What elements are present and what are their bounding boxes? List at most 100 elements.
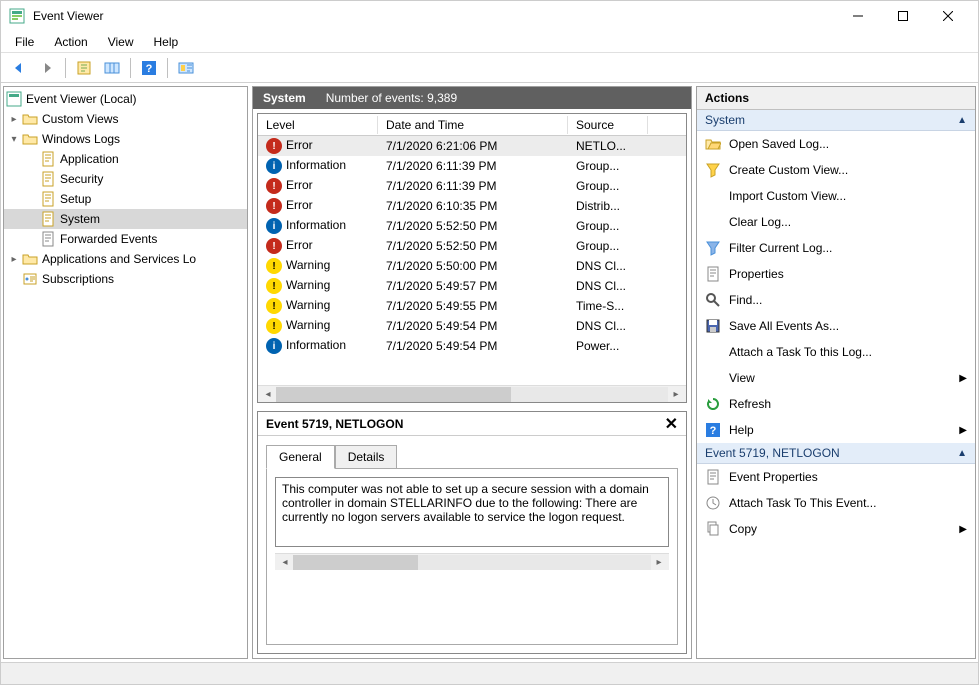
back-button[interactable] — [7, 56, 31, 80]
action-clear-log[interactable]: Clear Log... — [697, 209, 975, 235]
columns-button[interactable] — [100, 56, 124, 80]
detail-scrollbar[interactable]: ◂ ▸ — [275, 553, 669, 570]
tree-custom-views[interactable]: ▸ Custom Views — [4, 109, 247, 129]
tree-label: System — [60, 212, 100, 226]
event-rows[interactable]: !Error7/1/2020 6:21:06 PMNETLO...iInform… — [258, 136, 686, 385]
action-import-custom-view[interactable]: Import Custom View... — [697, 183, 975, 209]
action-properties[interactable]: Properties — [697, 261, 975, 287]
actions-header: Actions — [697, 87, 975, 110]
tree-subscriptions[interactable]: Subscriptions — [4, 269, 247, 289]
preview-button[interactable] — [174, 56, 198, 80]
help-button[interactable]: ? — [137, 56, 161, 80]
action-open-saved-log[interactable]: Open Saved Log... — [697, 131, 975, 157]
action-label: Filter Current Log... — [729, 241, 832, 255]
actions-group-label: System — [705, 113, 745, 127]
help-icon: ? — [705, 422, 721, 438]
event-list-header: Level Date and Time Source — [258, 114, 686, 136]
tree-label: Security — [60, 172, 103, 186]
properties-icon — [705, 266, 721, 282]
scroll-thumb[interactable] — [293, 555, 418, 570]
col-level[interactable]: Level — [258, 116, 378, 134]
folder-icon — [22, 131, 38, 147]
action-view[interactable]: View ▶ — [697, 365, 975, 391]
event-row[interactable]: iInformation7/1/2020 5:49:54 PMPower... — [258, 336, 686, 356]
event-row[interactable]: iInformation7/1/2020 6:11:39 PMGroup... — [258, 156, 686, 176]
tree-label: Application — [60, 152, 119, 166]
action-save-all-events[interactable]: Save All Events As... — [697, 313, 975, 339]
tree-windows-logs[interactable]: ▾ Windows Logs — [4, 129, 247, 149]
scroll-right-icon[interactable]: ▸ — [651, 557, 667, 568]
menu-help[interactable]: Help — [144, 33, 189, 51]
svg-text:?: ? — [710, 425, 717, 437]
tree-system[interactable]: System — [4, 209, 247, 229]
folder-open-icon — [705, 136, 721, 152]
tree-label: Custom Views — [42, 112, 118, 126]
action-help[interactable]: ? Help ▶ — [697, 417, 975, 443]
warn-icon: ! — [266, 278, 282, 294]
expand-icon[interactable]: ▸ — [6, 254, 22, 265]
titlebar: Event Viewer — [1, 1, 978, 31]
tree-root[interactable]: Event Viewer (Local) — [4, 89, 247, 109]
action-create-custom-view[interactable]: Create Custom View... — [697, 157, 975, 183]
event-row[interactable]: !Warning7/1/2020 5:49:54 PMDNS Cl... — [258, 316, 686, 336]
action-label: Open Saved Log... — [729, 137, 829, 151]
tree-label: Setup — [60, 192, 91, 206]
collapse-icon[interactable]: ▲ — [957, 115, 967, 126]
event-row[interactable]: iInformation7/1/2020 5:52:50 PMGroup... — [258, 216, 686, 236]
action-filter-log[interactable]: Filter Current Log... — [697, 235, 975, 261]
scroll-thumb[interactable] — [276, 387, 511, 402]
forward-button[interactable] — [35, 56, 59, 80]
scroll-right-icon[interactable]: ▸ — [668, 389, 684, 400]
action-label: Copy — [729, 522, 757, 536]
action-attach-task-event[interactable]: Attach Task To This Event... — [697, 490, 975, 516]
tree-apps-services[interactable]: ▸ Applications and Services Lo — [4, 249, 247, 269]
tab-general[interactable]: General — [266, 445, 335, 469]
col-source[interactable]: Source — [568, 116, 648, 134]
action-refresh[interactable]: Refresh — [697, 391, 975, 417]
collapse-icon[interactable]: ▾ — [6, 134, 22, 145]
event-row[interactable]: !Warning7/1/2020 5:49:55 PMTime-S... — [258, 296, 686, 316]
error-icon: ! — [266, 178, 282, 194]
event-count: Number of events: 9,389 — [326, 91, 457, 105]
actions-group-event[interactable]: Event 5719, NETLOGON ▲ — [697, 443, 975, 464]
actions-group-system[interactable]: System ▲ — [697, 110, 975, 131]
event-row[interactable]: !Error7/1/2020 6:10:35 PMDistrib... — [258, 196, 686, 216]
action-label: View — [729, 371, 755, 385]
tree-label: Subscriptions — [42, 272, 114, 286]
subscriptions-icon — [22, 271, 38, 287]
scroll-left-icon[interactable]: ◂ — [277, 557, 293, 568]
tree-root-label: Event Viewer (Local) — [26, 92, 137, 106]
tree-setup[interactable]: Setup — [4, 189, 247, 209]
close-button[interactable] — [925, 1, 970, 31]
detail-title: Event 5719, NETLOGON — [266, 417, 403, 431]
event-row[interactable]: !Warning7/1/2020 5:49:57 PMDNS Cl... — [258, 276, 686, 296]
tree-application[interactable]: Application — [4, 149, 247, 169]
horizontal-scrollbar[interactable]: ◂ ▸ — [258, 385, 686, 402]
menu-action[interactable]: Action — [44, 33, 97, 51]
expand-icon[interactable]: ▸ — [6, 114, 22, 125]
minimize-button[interactable] — [835, 1, 880, 31]
show-tree-button[interactable] — [72, 56, 96, 80]
action-event-properties[interactable]: Event Properties — [697, 464, 975, 490]
close-detail-button[interactable]: ✕ — [665, 414, 678, 434]
action-find[interactable]: Find... — [697, 287, 975, 313]
maximize-button[interactable] — [880, 1, 925, 31]
event-row[interactable]: !Error7/1/2020 5:52:50 PMGroup... — [258, 236, 686, 256]
menu-file[interactable]: File — [5, 33, 44, 51]
action-label: Import Custom View... — [729, 189, 846, 203]
menu-view[interactable]: View — [98, 33, 144, 51]
collapse-icon[interactable]: ▲ — [957, 448, 967, 459]
submenu-icon: ▶ — [959, 373, 967, 384]
tree-forwarded[interactable]: Forwarded Events — [4, 229, 247, 249]
event-row[interactable]: !Warning7/1/2020 5:50:00 PMDNS Cl... — [258, 256, 686, 276]
action-attach-task[interactable]: Attach a Task To this Log... — [697, 339, 975, 365]
event-row[interactable]: !Error7/1/2020 6:11:39 PMGroup... — [258, 176, 686, 196]
action-copy[interactable]: Copy ▶ — [697, 516, 975, 542]
filter-icon — [705, 240, 721, 256]
scroll-left-icon[interactable]: ◂ — [260, 389, 276, 400]
col-date[interactable]: Date and Time — [378, 116, 568, 134]
log-icon — [40, 191, 56, 207]
tab-details[interactable]: Details — [335, 445, 398, 469]
tree-security[interactable]: Security — [4, 169, 247, 189]
event-row[interactable]: !Error7/1/2020 6:21:06 PMNETLO... — [258, 136, 686, 156]
